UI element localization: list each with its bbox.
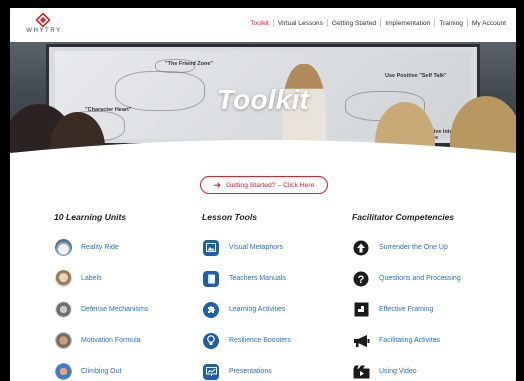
item-label: Teachers Manuals [229, 275, 286, 282]
item-label: Presentations [229, 368, 272, 375]
unit-defense-mechanisms[interactable]: Defense Mechanisms [54, 294, 204, 325]
item-label: Motivation Formula [81, 337, 141, 344]
getting-started-label: Getting Started? – Click Here [226, 181, 315, 189]
learning-units-column: 10 Learning Units Reality Ride Labels De… [54, 212, 204, 381]
tool-visual-metaphors[interactable]: Visual Metaphors [202, 232, 352, 263]
competency-facilitating-activites[interactable]: Facilitating Activites [352, 325, 502, 356]
arrow-up-circle-icon [352, 239, 370, 257]
unit-climbing-out[interactable]: Climbing Out [54, 356, 204, 381]
nav-training[interactable]: Training [435, 20, 467, 27]
nav-my-account[interactable]: My Account [468, 20, 510, 27]
unit-reality-ride[interactable]: Reality Ride [54, 232, 204, 263]
logo-wordmark: WHYTRY [26, 28, 62, 34]
arrow-right-icon: ➜ [213, 179, 222, 190]
megaphone-icon [352, 332, 370, 350]
competency-questions-and-processing[interactable]: ? Questions and Processing [352, 263, 502, 294]
board-text: Use Positive "Self Talk" [385, 73, 447, 79]
picture-icon [202, 239, 220, 257]
nav-toolkit[interactable]: Toolkit [246, 20, 273, 27]
item-label: Climbing Out [81, 368, 122, 375]
frame-icon [352, 301, 370, 319]
facilitator-competencies-column: Facilitator Competencies Surrender the O… [352, 212, 502, 381]
unit-labels[interactable]: Labels [54, 263, 204, 294]
whytry-logo[interactable]: WHYTRY [24, 13, 64, 37]
competency-surrender-the-one-up[interactable]: Surrender the One Up [352, 232, 502, 263]
item-label: Questions and Processing [379, 275, 461, 282]
tool-resilience-boosters[interactable]: Resilience Boosters [202, 325, 352, 356]
motivation-formula-icon [54, 332, 72, 350]
unit-motivation-formula[interactable]: Motivation Formula [54, 325, 204, 356]
competency-effective-framing[interactable]: Effective Framing [352, 294, 502, 325]
book-icon [202, 270, 220, 288]
item-label: Using Video [379, 368, 417, 375]
lightbulb-icon [202, 332, 220, 350]
defense-mechanisms-icon [54, 301, 72, 319]
tool-teachers-manuals[interactable]: Teachers Manuals [202, 263, 352, 294]
tool-presentations[interactable]: Presentations [202, 356, 352, 381]
item-label: Facilitating Activites [379, 337, 441, 344]
question-circle-icon: ? [352, 270, 370, 288]
presentation-icon [202, 363, 220, 381]
browser-page: WHYTRY Toolkit Virtual Lessons Getting S… [10, 8, 516, 381]
nav-virtual-lessons[interactable]: Virtual Lessons [274, 20, 327, 27]
getting-started-button[interactable]: ➜ Getting Started? – Click Here [200, 176, 328, 194]
site-header: WHYTRY Toolkit Virtual Lessons Getting S… [10, 8, 516, 42]
competency-using-video[interactable]: Using Video [352, 356, 502, 381]
main-nav: Toolkit Virtual Lessons Getting Started … [246, 19, 510, 27]
page-title: Toolkit [216, 84, 310, 115]
diamond-logo-icon [36, 13, 50, 27]
labels-icon [54, 270, 72, 288]
nav-getting-started[interactable]: Getting Started [328, 20, 380, 27]
reality-ride-icon [54, 239, 72, 257]
nav-implementation[interactable]: Implementation [381, 20, 434, 27]
item-label: Resilience Boosters [229, 337, 291, 344]
svg-text:?: ? [358, 274, 365, 286]
board-text: "The Friend Zone" [165, 61, 213, 67]
lesson-tools-column: Lesson Tools Visual Metaphors Teachers M… [202, 212, 352, 381]
column-title: Facilitator Competencies [352, 212, 455, 222]
item-label: Effective Framing [379, 306, 434, 313]
video-icon [352, 363, 370, 381]
item-label: Defense Mechanisms [81, 306, 149, 313]
hero-banner: "The Friend Zone" "Character Heart" Use … [10, 42, 516, 170]
item-label: Labels [81, 275, 102, 282]
column-title: Lesson Tools [202, 212, 258, 222]
puzzle-icon [202, 301, 220, 319]
item-label: Learning Activities [229, 306, 286, 313]
item-label: Reality Ride [81, 244, 119, 251]
item-label: Surrender the One Up [379, 244, 448, 251]
hero-curve-divider [10, 140, 516, 170]
column-title: 10 Learning Units [54, 212, 127, 222]
item-label: Visual Metaphors [229, 244, 283, 251]
climbing-out-icon [54, 363, 72, 381]
tool-learning-activities[interactable]: Learning Activities [202, 294, 352, 325]
